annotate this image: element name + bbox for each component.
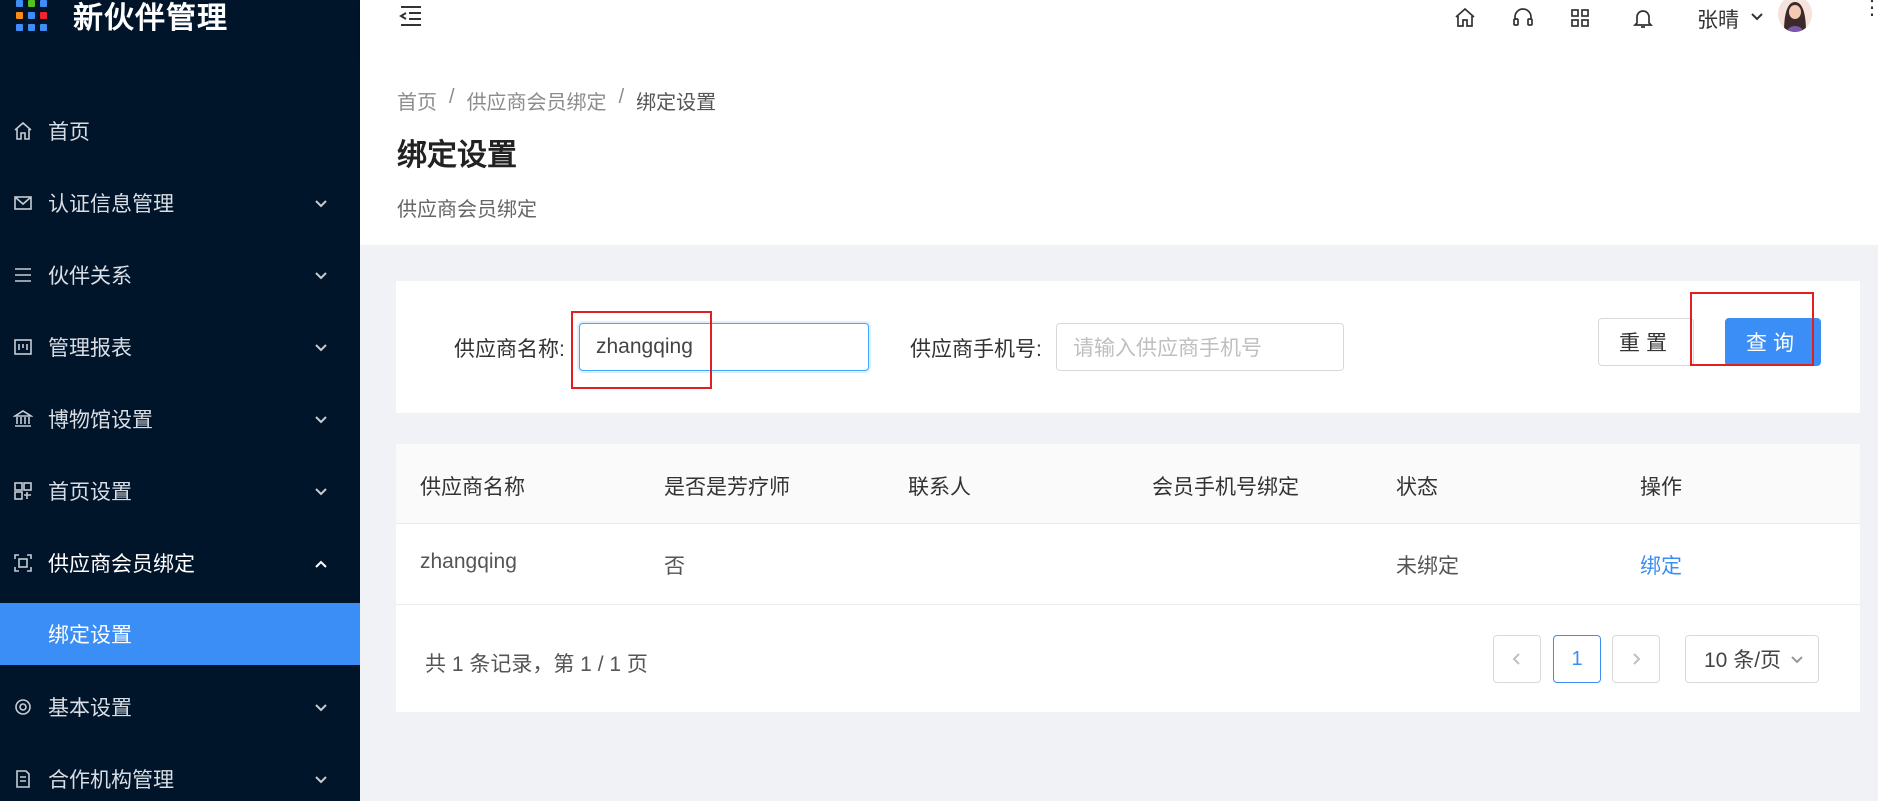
supplier-name-label: 供应商名称: xyxy=(454,338,565,361)
chevron-right-icon xyxy=(1633,653,1641,665)
sidebar-item-reports[interactable]: 管理报表 xyxy=(0,311,360,383)
chevron-down-icon xyxy=(314,337,332,355)
sidebar-item-museum[interactable]: 博物馆设置 xyxy=(0,383,360,455)
breadcrumb-home[interactable]: 首页 xyxy=(397,86,437,115)
cell-is-therapist: 否 xyxy=(664,555,685,578)
sidebar-item-label: 首页 xyxy=(48,121,90,144)
chevron-left-icon xyxy=(1512,653,1520,665)
column-header: 是否是芳疗师 xyxy=(664,476,790,499)
table-row: zhangqing 否 未绑定 绑定 xyxy=(396,524,1860,605)
page-size-value: 10 条/页 xyxy=(1704,649,1782,672)
chevron-down-icon[interactable] xyxy=(1750,10,1764,24)
highlight-box xyxy=(1690,292,1814,366)
column-header: 联系人 xyxy=(908,476,971,499)
table-header: 供应商名称 是否是芳疗师 联系人 会员手机号绑定 状态 操作 xyxy=(396,444,1860,524)
column-header: 供应商名称 xyxy=(420,476,525,499)
breadcrumb: 首页 / 供应商会员绑定 / 绑定设置 xyxy=(397,86,717,115)
sidebar-item-label: 供应商会员绑定 xyxy=(48,553,195,576)
menu-fold-icon[interactable] xyxy=(397,2,425,30)
sidebar-item-label: 基本设置 xyxy=(48,697,132,720)
app-title: 新伙伴管理 xyxy=(73,2,228,35)
page-number-button[interactable]: 1 xyxy=(1553,635,1601,683)
sidebar-item-label: 博物馆设置 xyxy=(48,409,153,432)
mail-icon xyxy=(12,192,34,214)
scan-icon xyxy=(12,552,34,574)
supplier-phone-label: 供应商手机号: xyxy=(910,338,1042,361)
doc-icon xyxy=(12,768,34,790)
top-header: 张晴 ⋮ xyxy=(360,0,1878,62)
breadcrumb-current: 绑定设置 xyxy=(636,92,717,114)
sidebar-item-label: 首页设置 xyxy=(48,481,132,504)
sidebar-item-supplier-binding[interactable]: 供应商会员绑定 xyxy=(0,527,360,599)
next-page-button[interactable] xyxy=(1612,635,1660,683)
supplier-phone-input[interactable]: 请输入供应商手机号 xyxy=(1056,323,1344,371)
bind-link[interactable]: 绑定 xyxy=(1640,550,1682,580)
column-header: 状态 xyxy=(1396,476,1438,499)
sidebar-item-home[interactable]: 首页 xyxy=(0,95,360,167)
sidebar-item-partners[interactable]: 伙伴关系 xyxy=(0,239,360,311)
logo: 新伙伴管理 xyxy=(16,0,228,40)
chevron-down-icon xyxy=(314,265,332,283)
chevron-down-icon xyxy=(314,481,332,499)
page-title: 绑定设置 xyxy=(397,139,517,172)
logo-grid-icon xyxy=(16,0,47,31)
chevron-down-icon xyxy=(1791,656,1803,664)
breadcrumb-supplier-binding[interactable]: 供应商会员绑定 xyxy=(467,86,607,115)
apps-icon[interactable] xyxy=(1568,6,1594,32)
pagination-summary: 共 1 条记录，第 1 / 1 页 xyxy=(425,653,648,676)
sidebar-item-label: 合作机构管理 xyxy=(48,769,174,792)
gear-icon xyxy=(12,696,34,718)
column-header: 会员手机号绑定 xyxy=(1152,476,1299,499)
sidebar-item-partner-orgs[interactable]: 合作机构管理 xyxy=(0,743,360,801)
sidebar-item-label: 管理报表 xyxy=(48,337,132,360)
sidebar-subitem-binding-settings[interactable]: 绑定设置 xyxy=(0,603,360,665)
chevron-down-icon xyxy=(314,193,332,211)
home-icon xyxy=(12,120,34,142)
user-name[interactable]: 张晴 xyxy=(1697,4,1739,34)
sidebar-item-certification[interactable]: 认证信息管理 xyxy=(0,167,360,239)
chevron-down-icon xyxy=(314,697,332,715)
more-icon[interactable]: ⋮ xyxy=(1862,0,1878,18)
sidebar: 新伙伴管理 首页 认证信息管理 伙伴关系 管理报表 博物馆设置 首页设置 供应商… xyxy=(0,0,360,801)
column-header: 操作 xyxy=(1640,476,1682,499)
sidebar-item-home-settings[interactable]: 首页设置 xyxy=(0,455,360,527)
bell-icon[interactable] xyxy=(1631,6,1657,32)
chevron-down-icon xyxy=(314,769,332,787)
page-description: 供应商会员绑定 xyxy=(397,199,537,221)
avatar[interactable] xyxy=(1778,0,1812,32)
sidebar-item-label: 伙伴关系 xyxy=(48,265,132,288)
prev-page-button[interactable] xyxy=(1493,635,1541,683)
page-header: 首页 / 供应商会员绑定 / 绑定设置 绑定设置 供应商会员绑定 xyxy=(360,62,1878,245)
list-icon xyxy=(12,264,34,286)
cell-supplier-name: zhangqing xyxy=(420,550,517,573)
reset-button[interactable]: 重置 xyxy=(1598,318,1694,366)
sidebar-item-basic-settings[interactable]: 基本设置 xyxy=(0,671,360,743)
home-icon[interactable] xyxy=(1453,6,1479,32)
page-size-select[interactable]: 10 条/页 xyxy=(1685,635,1819,683)
chevron-down-icon xyxy=(314,409,332,427)
sidebar-item-label: 认证信息管理 xyxy=(48,193,174,216)
results-table: 供应商名称 是否是芳疗师 联系人 会员手机号绑定 状态 操作 zhangqing… xyxy=(396,444,1860,712)
highlight-box xyxy=(571,311,712,389)
sidebar-menu: 首页 认证信息管理 伙伴关系 管理报表 博物馆设置 首页设置 供应商会员绑定 绑… xyxy=(0,95,360,801)
layout-icon xyxy=(12,480,34,502)
bank-icon xyxy=(12,408,34,430)
report-icon xyxy=(12,336,34,358)
chevron-up-icon xyxy=(314,553,332,571)
cell-status: 未绑定 xyxy=(1396,555,1459,578)
headset-icon[interactable] xyxy=(1511,6,1537,32)
